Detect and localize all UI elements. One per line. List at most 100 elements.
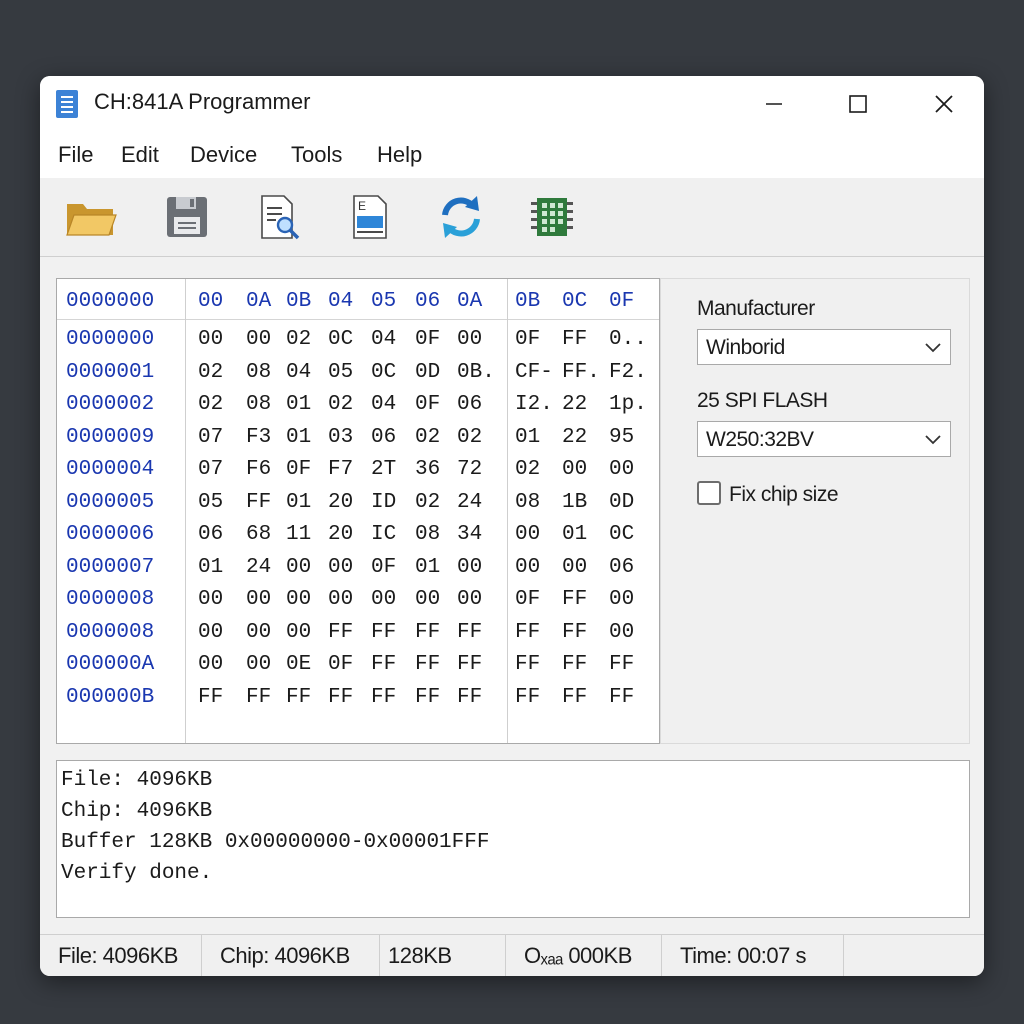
hex-byte-cell[interactable]: 05 [198,491,223,514]
hex-byte-cell[interactable]: FF [562,653,587,676]
hex-byte-cell[interactable]: 01 [286,426,311,449]
hex-byte-cell[interactable]: FF [609,653,634,676]
write-button[interactable]: E [342,190,400,244]
hex-byte-cell[interactable]: 02 [515,458,540,481]
hex-byte-cell[interactable]: 11 [286,523,311,546]
fix-chip-size-label[interactable]: Fix chip size [729,483,839,507]
hex-byte-cell[interactable]: 05 [328,361,353,384]
hex-byte-cell[interactable]: 00 [198,328,223,351]
hex-byte-cell[interactable]: 00 [328,556,353,579]
hex-byte-cell[interactable]: 22 [562,393,587,416]
hex-byte-cell[interactable]: 0B. [457,361,495,384]
hex-byte-cell[interactable]: 00 [328,588,353,611]
hex-byte-cell[interactable]: 00 [286,588,311,611]
minimize-button[interactable] [742,76,806,132]
hex-byte-cell[interactable]: 36 [415,458,440,481]
hex-byte-cell[interactable]: 01 [286,491,311,514]
hex-byte-cell[interactable]: 02 [415,426,440,449]
hex-byte-cell[interactable]: 00 [457,588,482,611]
hex-byte-cell[interactable]: 0D [609,491,634,514]
hex-byte-cell[interactable]: 00 [246,588,271,611]
hex-byte-cell[interactable]: 04 [371,328,396,351]
hex-byte-cell[interactable]: 07 [198,458,223,481]
hex-byte-cell[interactable]: FF [246,491,271,514]
hex-byte-cell[interactable]: 0F [515,328,540,351]
menu-file[interactable]: File [58,142,93,168]
hex-byte-cell[interactable]: 1p. [609,393,647,416]
hex-byte-cell[interactable]: 72 [457,458,482,481]
menu-tools[interactable]: Tools [291,142,342,168]
hex-byte-cell[interactable]: 02 [286,328,311,351]
hex-byte-cell[interactable]: 04 [371,393,396,416]
hex-byte-cell[interactable]: 22 [562,426,587,449]
chip-model-select[interactable]: W250:32BV [697,421,951,457]
hex-byte-cell[interactable]: 02 [415,491,440,514]
hex-byte-cell[interactable]: 00 [371,588,396,611]
hex-byte-cell[interactable]: 00 [415,588,440,611]
hex-byte-cell[interactable]: 00 [562,458,587,481]
open-button[interactable] [62,190,120,244]
hex-byte-cell[interactable]: 00 [515,556,540,579]
hex-byte-cell[interactable]: 34 [457,523,482,546]
hex-byte-cell[interactable]: 06 [371,426,396,449]
hex-byte-cell[interactable]: 00 [198,588,223,611]
hex-byte-cell[interactable]: F6 [246,458,271,481]
hex-byte-cell[interactable]: 04 [286,361,311,384]
hex-byte-cell[interactable]: 00 [198,653,223,676]
hex-byte-cell[interactable]: FF [457,621,482,644]
hex-byte-cell[interactable]: 1B [562,491,587,514]
menu-device[interactable]: Device [190,142,257,168]
hex-byte-cell[interactable]: 0F [286,458,311,481]
hex-editor[interactable]: 0000000 00 0A 0B 04 05 06 0A 0B 0C 0F 0000000 00 00 0… [56,278,660,744]
hex-byte-cell[interactable]: 24 [246,556,271,579]
hex-byte-cell[interactable]: 00 [515,523,540,546]
hex-byte-cell[interactable]: CF- [515,361,553,384]
hex-byte-cell[interactable]: 08 [246,393,271,416]
hex-byte-cell[interactable]: 07 [198,426,223,449]
hex-byte-cell[interactable]: 00 [609,458,634,481]
hex-byte-cell[interactable]: 02 [457,426,482,449]
hex-byte-cell[interactable]: FF [515,653,540,676]
hex-byte-cell[interactable]: 01 [198,556,223,579]
hex-byte-cell[interactable]: F7 [328,458,353,481]
hex-byte-cell[interactable]: FF [286,686,311,709]
log-output[interactable]: File: 4096KB Chip: 4096KB Buffer 128KB 0… [56,760,970,918]
hex-byte-cell[interactable]: FF [328,621,353,644]
hex-byte-cell[interactable]: 0C [609,523,634,546]
hex-byte-cell[interactable]: 01 [286,393,311,416]
hex-byte-cell[interactable]: 0F [328,653,353,676]
hex-byte-cell[interactable]: 00 [457,556,482,579]
chip-button[interactable] [524,190,582,244]
hex-byte-cell[interactable]: 00 [246,653,271,676]
verify-button[interactable] [432,190,490,244]
fix-chip-size-checkbox[interactable] [697,481,721,505]
hex-byte-cell[interactable]: 0.. [609,328,647,351]
hex-byte-cell[interactable]: 0F [415,393,440,416]
close-button[interactable] [912,76,976,132]
hex-byte-cell[interactable]: 2T [371,458,396,481]
hex-byte-cell[interactable]: FF [246,686,271,709]
hex-byte-cell[interactable]: FF [371,653,396,676]
hex-byte-cell[interactable]: 02 [328,393,353,416]
hex-byte-cell[interactable]: 00 [246,621,271,644]
hex-byte-cell[interactable]: I2. [515,393,553,416]
hex-byte-cell[interactable]: 01 [562,523,587,546]
hex-byte-cell[interactable]: 06 [609,556,634,579]
hex-byte-cell[interactable]: 01 [515,426,540,449]
menu-help[interactable]: Help [377,142,422,168]
hex-byte-cell[interactable]: 00 [246,328,271,351]
hex-byte-cell[interactable]: ID [371,491,396,514]
hex-byte-cell[interactable]: FF [415,686,440,709]
hex-byte-cell[interactable]: FF [415,621,440,644]
hex-byte-cell[interactable]: FF [457,653,482,676]
hex-byte-cell[interactable]: 24 [457,491,482,514]
hex-byte-cell[interactable]: 0F [515,588,540,611]
hex-byte-cell[interactable]: 00 [562,556,587,579]
hex-byte-cell[interactable]: FF [328,686,353,709]
hex-byte-cell[interactable]: 06 [198,523,223,546]
hex-byte-cell[interactable]: 0E [286,653,311,676]
hex-byte-cell[interactable]: IC [371,523,396,546]
hex-byte-cell[interactable]: 00 [609,621,634,644]
hex-byte-cell[interactable]: FF [415,653,440,676]
hex-byte-cell[interactable]: 0F [415,328,440,351]
